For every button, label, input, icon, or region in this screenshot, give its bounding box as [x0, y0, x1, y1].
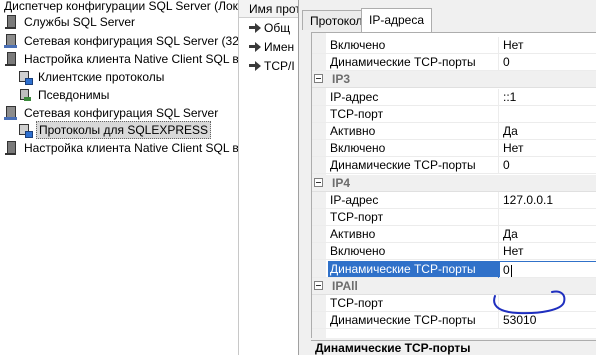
property-value[interactable]: Нет — [498, 140, 596, 156]
list-item-tcpip[interactable]: TCP/I — [249, 57, 295, 75]
property-value-text: ::1 — [503, 90, 517, 104]
list-item-label: Имен — [264, 40, 295, 54]
tree-item-client-protocols[interactable]: Клиентские протоколы — [18, 68, 166, 86]
property-name: TCP-порт — [330, 296, 384, 310]
property-row[interactable]: IP-адрес::1 — [312, 89, 596, 106]
list-item-named-pipes[interactable]: Имен — [249, 38, 294, 56]
category-label: IP4 — [332, 176, 351, 190]
property-value[interactable]: 0 — [498, 54, 596, 70]
property-name: Включено — [330, 141, 386, 155]
property-row[interactable]: TCP-порт — [312, 209, 596, 226]
tree-item-network-config-32[interactable]: Сетевая конфигурация SQL Server (32-р — [4, 32, 238, 50]
tree-item-label: Сетевая конфигурация SQL Server (32-р — [24, 34, 238, 48]
property-name: Активно — [330, 124, 376, 138]
property-value-text: Да — [503, 124, 518, 138]
property-category[interactable]: IP3 — [312, 71, 596, 88]
protocol-arrow-icon — [249, 22, 261, 34]
property-row[interactable]: IP-адрес 127.0.0.1 — [312, 192, 596, 209]
protocol-list: Имя прот Общ Имен TCP/I — [238, 0, 299, 355]
text-caret — [510, 264, 512, 277]
property-value-text: 0 — [503, 55, 510, 69]
property-row[interactable]: Активно Да — [312, 123, 596, 140]
property-value[interactable]: Да — [498, 123, 596, 139]
collapse-icon[interactable] — [314, 178, 323, 187]
list-item-label: TCP/I — [264, 59, 295, 73]
tree-item-native-client-32[interactable]: Настройка клиента Native Client SQL ве — [4, 50, 238, 68]
property-row[interactable]: Динамические TCP-порты 0 — [312, 54, 596, 71]
list-item-label: Общ — [264, 21, 291, 35]
aliases-icon — [18, 88, 32, 102]
property-value-text: 0 — [503, 263, 510, 277]
tree-item-label: Сетевая конфигурация SQL Server — [24, 106, 219, 120]
property-value-text: Нет — [503, 141, 524, 155]
network-config-icon — [4, 106, 18, 120]
tree-item-native-client[interactable]: Настройка клиента Native Client SQL ве — [4, 139, 238, 157]
property-value-input[interactable]: 0 — [498, 261, 596, 279]
category-label: IPAll — [332, 279, 358, 293]
property-value[interactable] — [498, 106, 596, 122]
property-name: Динамические TCP-порты — [330, 158, 476, 172]
property-name: TCP-порт — [330, 210, 384, 224]
tree-item-network-config[interactable]: Сетевая конфигурация SQL Server — [4, 104, 220, 122]
property-value-text: Нет — [503, 38, 524, 52]
annotation-scribble — [493, 290, 566, 315]
tree-item-aliases[interactable]: Псевдонимы — [18, 86, 111, 104]
property-category[interactable]: IP4 — [312, 175, 596, 192]
tree-item-protocols-sqlexpress[interactable]: Протоколы для SQLEXPRESS — [18, 121, 212, 139]
property-name: Динамические TCP-порты — [328, 261, 500, 277]
property-name: IP-адрес — [330, 90, 379, 104]
property-name: TCP-порт — [330, 107, 384, 121]
native-client-icon — [4, 141, 18, 155]
category-label: IP3 — [332, 72, 351, 86]
protocol-arrow-icon — [249, 60, 261, 72]
property-value-text: Да — [503, 227, 518, 241]
property-value[interactable]: Нет — [498, 243, 596, 259]
network-config-icon — [4, 34, 18, 48]
sql-services-icon — [4, 15, 18, 29]
property-row[interactable]: Включено Нет — [312, 37, 596, 54]
property-value[interactable] — [498, 209, 596, 225]
tree-item-sql-services[interactable]: Службы SQL Server — [4, 13, 137, 31]
tree-item-label: Службы SQL Server — [24, 15, 136, 29]
console-tree: Диспетчер конфигурации SQL Server (Лока … — [0, 0, 238, 355]
property-name: IP-адрес — [330, 193, 379, 207]
tab-ip-addresses[interactable]: IP-адреса — [361, 8, 433, 32]
property-row[interactable]: Включено Нет — [312, 140, 596, 157]
property-row[interactable]: Динамические TCP-порты 0 — [312, 261, 596, 279]
tab-strip: Протокол IP-адреса — [299, 8, 596, 32]
property-name: Динамические TCP-порты — [330, 55, 476, 69]
property-value-text: 127.0.0.1 — [503, 193, 554, 207]
property-value[interactable]: Да — [498, 226, 596, 242]
property-description-title: Динамические TCP-порты — [311, 340, 596, 355]
tree-item-label: Клиентские протоколы — [38, 70, 165, 84]
tree-item-label: Протоколы для SQLEXPRESS — [36, 121, 212, 139]
property-row[interactable]: Включено Нет — [312, 243, 596, 260]
property-name: Включено — [330, 38, 386, 52]
property-value-text: Нет — [503, 244, 524, 258]
property-row[interactable]: TCP-порт — [312, 106, 596, 123]
property-name: Активно — [330, 227, 376, 241]
client-protocols-icon — [18, 70, 33, 85]
property-value[interactable]: ::1 — [498, 89, 596, 105]
native-client-icon — [4, 52, 18, 66]
column-header-name[interactable]: Имя прот — [239, 0, 299, 18]
tree-item-label: Настройка клиента Native Client SQL ве — [24, 52, 238, 66]
property-row[interactable]: Активно Да — [312, 226, 596, 243]
property-value[interactable]: Нет — [498, 37, 596, 53]
property-value-text: 0 — [503, 158, 510, 172]
collapse-icon[interactable] — [314, 281, 323, 290]
property-value[interactable]: 0 — [498, 157, 596, 173]
property-name: Динамические TCP-порты — [330, 313, 476, 327]
tree-item-label: Псевдонимы — [38, 88, 110, 102]
collapse-icon[interactable] — [314, 74, 323, 83]
property-value[interactable]: 127.0.0.1 — [498, 192, 596, 208]
protocols-icon — [18, 123, 33, 138]
tree-item-label: Настройка клиента Native Client SQL ве — [24, 141, 238, 155]
property-row[interactable]: Динамические TCP-порты 0 — [312, 157, 596, 174]
property-name: Включено — [330, 244, 386, 258]
protocol-arrow-icon — [249, 41, 261, 53]
list-item-shared-memory[interactable]: Общ — [249, 19, 290, 37]
